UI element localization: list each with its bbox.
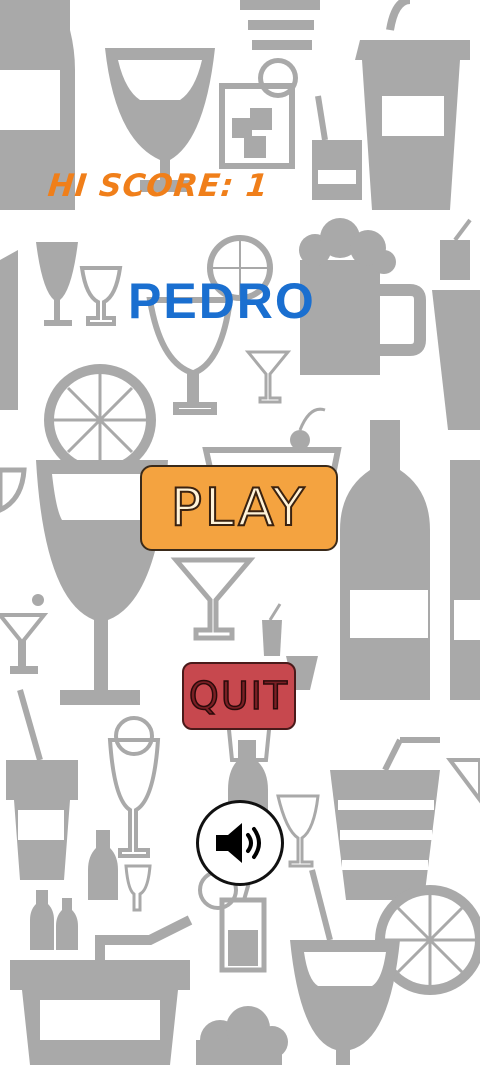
sound-toggle-button[interactable] [196,800,284,886]
speaker-on-icon [216,823,261,863]
play-button[interactable]: PLAY [140,465,338,551]
quit-button-label: QUIT [188,673,290,719]
player-name: PEDRO [128,273,316,329]
play-button-label: PLAY [170,477,308,539]
quit-button[interactable]: QUIT [182,662,296,730]
hi-score-label: HI SCORE: 1 [46,168,271,204]
